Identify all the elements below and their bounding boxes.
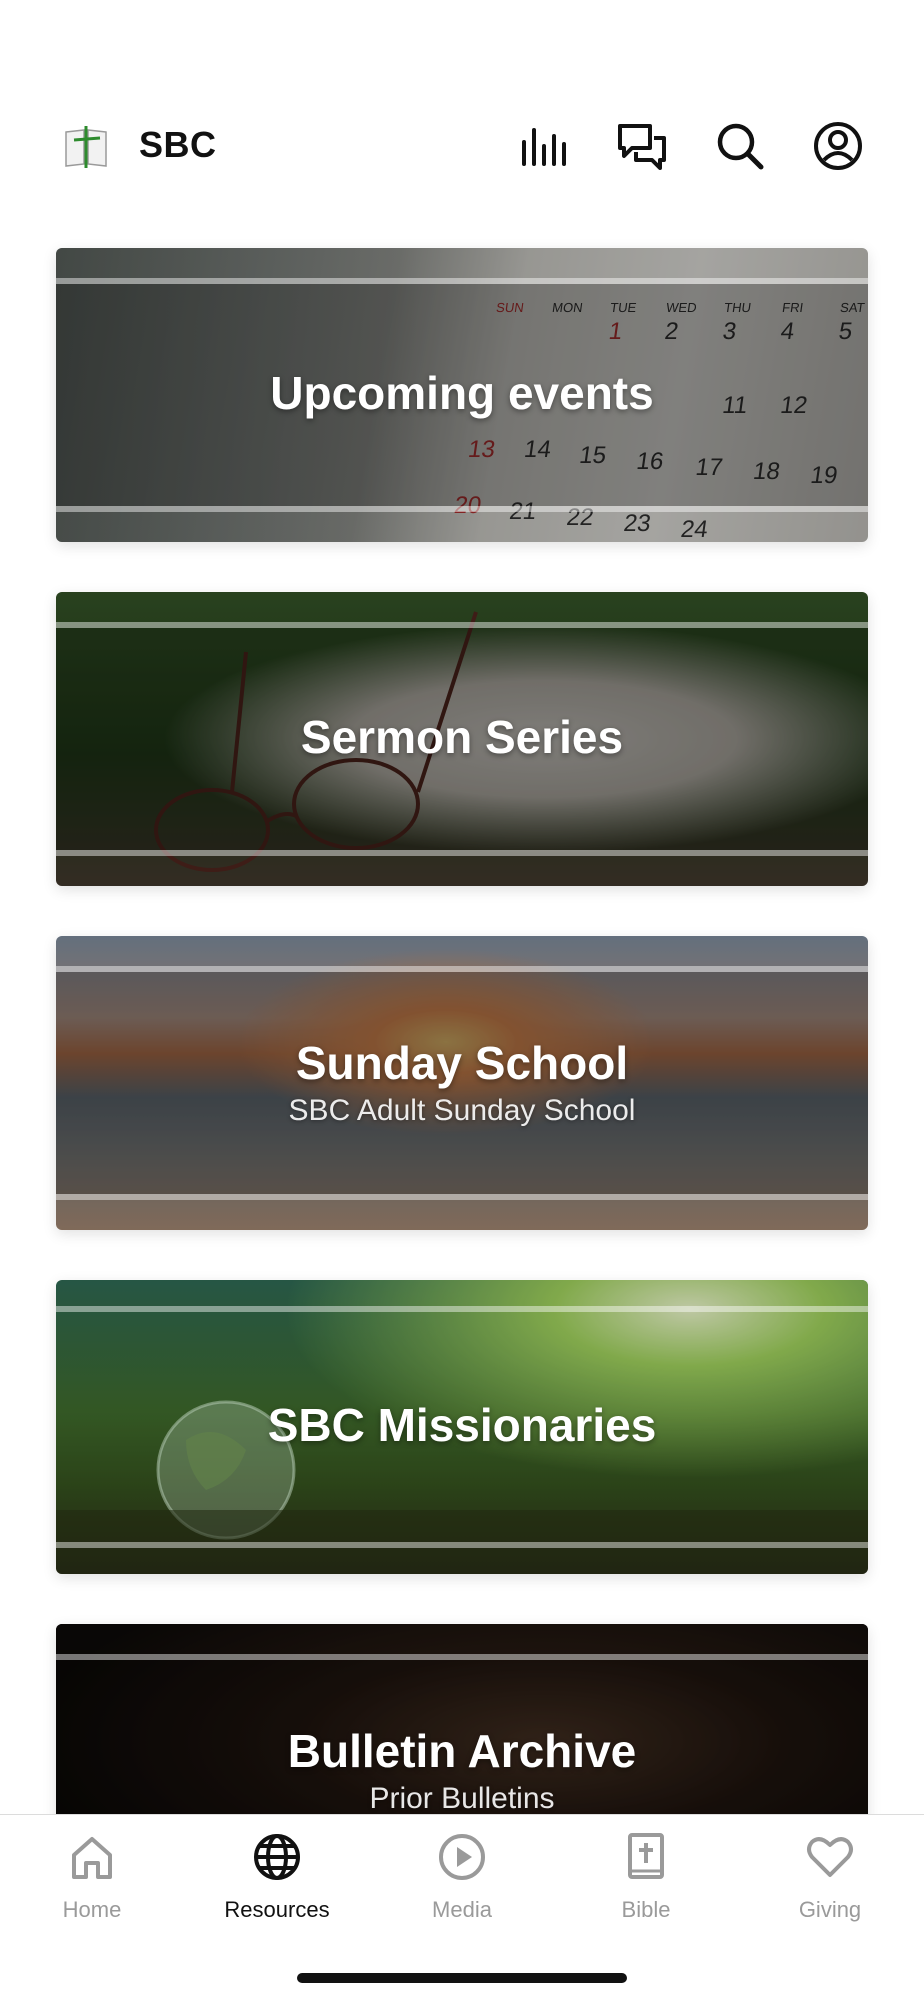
heart-icon <box>807 1837 853 1877</box>
card-title: Bulletin Archive <box>287 1725 637 1777</box>
card-title: Sermon Series <box>300 711 624 763</box>
search-button[interactable] <box>712 118 768 174</box>
tab-label: Home <box>62 1897 122 1922</box>
card-subtitle: SBC Adult Sunday School <box>288 1094 636 1127</box>
chat-bubbles-icon <box>618 124 666 170</box>
tab-label: Bible <box>621 1897 671 1922</box>
messages-button[interactable] <box>614 118 670 174</box>
home-indicator[interactable] <box>297 1973 627 1983</box>
open-bible-cross-icon <box>65 126 107 168</box>
card-subtitle: Prior Bulletins <box>369 1782 555 1815</box>
account-icon <box>814 122 862 170</box>
globe-icon <box>254 1834 300 1880</box>
tab-label: Media <box>432 1897 492 1922</box>
tab-home[interactable]: Home <box>12 1831 172 1923</box>
audio-bars-button[interactable] <box>516 118 572 174</box>
audio-bars-icon <box>522 128 566 166</box>
tab-resources[interactable]: Resources <box>197 1831 357 1923</box>
tab-giving[interactable]: Giving <box>750 1831 910 1923</box>
bible-icon <box>628 1833 664 1879</box>
account-button[interactable] <box>810 118 866 174</box>
card-title: Upcoming events <box>270 367 654 419</box>
card-sermon-series[interactable]: Sermon Series <box>56 592 868 886</box>
card-title: SBC Missionaries <box>267 1399 657 1451</box>
top-app-bar: SBC <box>0 0 924 240</box>
card-sunday-school[interactable]: Sunday School SBC Adult Sunday School <box>56 936 868 1230</box>
tab-label: Resources <box>224 1897 330 1922</box>
play-circle-icon <box>439 1834 485 1880</box>
home-icon <box>72 1837 112 1879</box>
tab-bible[interactable]: Bible <box>566 1831 726 1923</box>
card-sbc-missionaries[interactable]: SBC Missionaries <box>56 1280 868 1574</box>
search-icon <box>717 123 764 170</box>
tab-media[interactable]: Media <box>382 1831 542 1923</box>
card-upcoming-events[interactable]: SUN MON TUE WED THU FRI SAT 1 2 3 4 5 11… <box>56 248 868 542</box>
card-title: Sunday School <box>295 1037 629 1089</box>
app-title: SBC <box>139 124 217 165</box>
tab-label: Giving <box>798 1897 862 1922</box>
